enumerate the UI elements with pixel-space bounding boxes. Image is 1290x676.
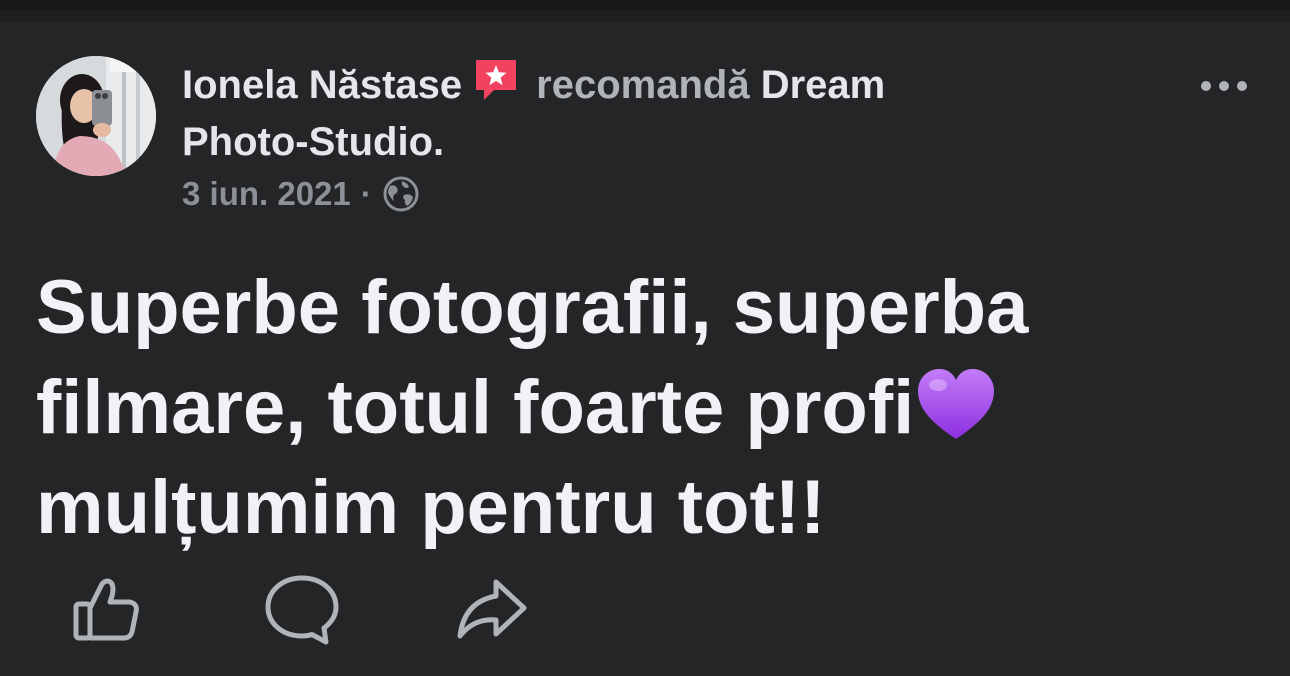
post-action-bar xyxy=(0,570,1290,660)
author-name[interactable]: Ionela Năstase xyxy=(182,63,462,107)
post-date[interactable]: 3 iun. 2021 xyxy=(182,175,351,212)
more-options-icon[interactable] xyxy=(1196,72,1252,100)
page-name-part1[interactable]: Dream xyxy=(761,63,886,107)
post-header-line-1: Ionela Năstase recomandă Dream xyxy=(182,56,885,109)
avatar-photo xyxy=(36,56,156,176)
share-icon[interactable] xyxy=(452,570,532,650)
meta-separator: · xyxy=(360,175,372,212)
comment-icon[interactable] xyxy=(262,570,342,650)
like-icon[interactable] xyxy=(68,570,148,650)
page-name-part2[interactable]: Photo-Studio xyxy=(182,120,433,164)
body-line-2: filmare, totul foarte profi xyxy=(36,365,915,450)
author-avatar[interactable] xyxy=(36,56,156,176)
purple-heart-emoji xyxy=(914,363,998,447)
body-line-1: Superbe fotografii, superba xyxy=(36,265,1029,350)
header-period: . xyxy=(433,120,445,164)
post-meta: 3 iun. 2021 · xyxy=(182,172,420,216)
top-divider xyxy=(0,10,1290,22)
post-body: Superbe fotografii, superba filmare, tot… xyxy=(36,258,1266,558)
globe-icon xyxy=(382,175,420,213)
post-header-line-2: Photo-Studio. xyxy=(182,118,444,166)
recommend-star-icon xyxy=(472,56,520,104)
top-strip xyxy=(0,0,1290,10)
body-line-2-wrap: filmare, totul foarte profi xyxy=(36,358,1266,458)
body-line-3: mulțumim pentru tot!! xyxy=(36,465,826,550)
recommends-text: recomandă xyxy=(536,63,750,107)
review-post: Ionela Năstase recomandă Dream Photo-Stud… xyxy=(0,22,1290,676)
